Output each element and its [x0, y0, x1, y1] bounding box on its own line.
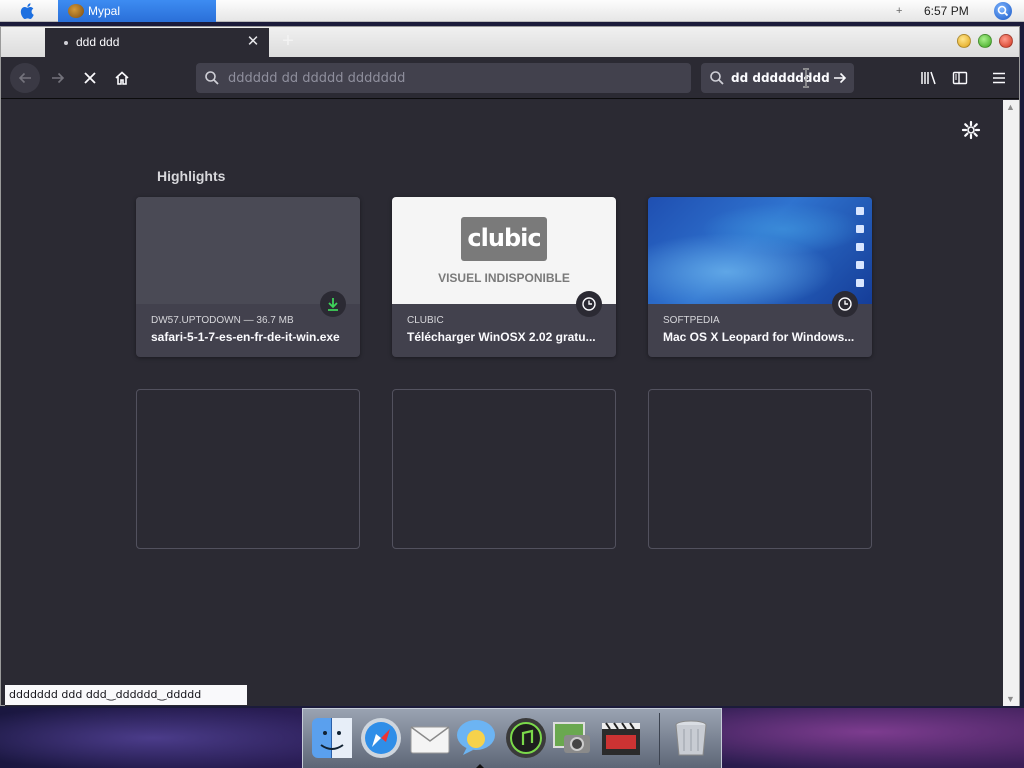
search-go-button[interactable]	[830, 68, 850, 88]
window-minimize-button[interactable]	[957, 34, 971, 48]
library-button[interactable]	[914, 63, 944, 93]
finder-icon[interactable]	[309, 715, 355, 761]
mail-icon[interactable]	[407, 715, 453, 761]
app-name: Mypal	[88, 4, 121, 18]
url-input[interactable]	[228, 63, 683, 93]
text-cursor-icon	[803, 68, 809, 88]
tab-strip: ddd ddd ✕ +	[1, 27, 1019, 57]
clock-icon	[576, 291, 602, 317]
os-menubar: Mypal + 6:57 PM	[0, 0, 1024, 22]
nav-toolbar	[1, 57, 1019, 99]
page-settings-button[interactable]	[961, 120, 981, 140]
stop-x-icon	[84, 72, 96, 84]
safari-icon[interactable]	[358, 715, 404, 761]
card-title: Télécharger WinOSX 2.02 gratu...	[407, 330, 596, 344]
thumbnail-desktop-icons	[856, 207, 866, 297]
sidebar-toggle-button[interactable]	[945, 63, 975, 93]
tab-close-icon[interactable]: ✕	[245, 34, 261, 50]
spotlight-search-icon[interactable]	[994, 2, 1012, 20]
card-source: CLUBIC	[407, 315, 444, 326]
window-close-button[interactable]	[999, 34, 1013, 48]
new-tab-button[interactable]: +	[277, 31, 299, 53]
browser-window: ddd ddd ✕ + dddddd dd ddddd ddddddd dd d…	[0, 26, 1020, 706]
card-title: safari-5-1-7-es-en-fr-de-it-win.exe	[151, 330, 340, 344]
search-input[interactable]	[731, 63, 831, 93]
status-panel: ddddddd ddd ddd‿dddddd‿ddddd	[5, 685, 247, 705]
card-source: SOFTPEDIA	[663, 315, 720, 326]
itunes-icon[interactable]	[503, 715, 549, 761]
thumbnail-unavailable-text: VISUEL INDISPONIBLE	[438, 271, 570, 285]
app-menu-button[interactable]	[984, 63, 1014, 93]
apple-menu-icon[interactable]	[18, 1, 38, 21]
imovie-icon[interactable]	[598, 715, 644, 761]
gear-icon	[961, 120, 981, 140]
card-thumbnail: clubic VISUEL INDISPONIBLE	[392, 197, 616, 304]
new-tab-page: Highlights DW57.UPTODOWN — 36.7 MB safar…	[5, 100, 1003, 706]
empty-highlight-slot	[648, 389, 872, 549]
clock-icon	[832, 291, 858, 317]
forward-arrow-icon	[52, 72, 65, 84]
download-icon	[320, 291, 346, 317]
menubar-plus-icon[interactable]: +	[896, 0, 902, 22]
arrow-right-icon	[834, 72, 847, 84]
mypal-app-icon	[68, 4, 84, 18]
card-thumbnail	[136, 197, 360, 304]
highlight-card[interactable]: DW57.UPTODOWN — 36.7 MB safari-5-1-7-es-…	[136, 197, 360, 357]
library-icon	[921, 71, 936, 85]
back-arrow-icon	[18, 72, 31, 84]
highlight-card[interactable]: clubic VISUEL INDISPONIBLE CLUBIC Téléch…	[392, 197, 616, 357]
home-icon	[115, 71, 129, 85]
search-bar[interactable]	[701, 63, 854, 93]
forward-button[interactable]	[43, 63, 73, 93]
scroll-down-arrow-icon[interactable]: ▼	[1006, 694, 1015, 704]
sidebar-icon	[952, 71, 968, 85]
card-source: DW57.UPTODOWN — 36.7 MB	[151, 315, 294, 326]
menubar-status-area: + 6:57 PM	[894, 0, 1024, 22]
app-menu-mypal[interactable]: Mypal	[58, 0, 216, 22]
stop-loading-button[interactable]	[75, 63, 105, 93]
dock	[302, 708, 722, 768]
card-thumbnail	[648, 197, 872, 304]
ichat-icon[interactable]	[453, 715, 499, 761]
clubic-logo: clubic	[461, 217, 547, 261]
tab-active[interactable]: ddd ddd ✕	[45, 28, 269, 57]
hamburger-menu-icon	[993, 72, 1005, 84]
search-icon	[205, 71, 219, 85]
tab-loading-dot-icon	[64, 41, 68, 45]
home-button[interactable]	[107, 63, 137, 93]
search-icon	[710, 71, 724, 85]
window-zoom-button[interactable]	[978, 34, 992, 48]
menubar-clock[interactable]: 6:57 PM	[924, 0, 969, 22]
highlights-heading: Highlights	[157, 168, 226, 184]
url-bar[interactable]	[196, 63, 691, 93]
card-title: Mac OS X Leopard for Windows...	[663, 330, 855, 344]
back-button[interactable]	[10, 63, 40, 93]
iphoto-icon[interactable]	[550, 715, 596, 761]
running-indicator	[476, 764, 484, 768]
scroll-up-arrow-icon[interactable]: ▲	[1006, 102, 1015, 112]
vertical-scrollbar[interactable]: ▲ ▼	[1003, 100, 1019, 706]
highlight-card[interactable]: SOFTPEDIA Mac OS X Leopard for Windows..…	[648, 197, 872, 357]
trash-icon[interactable]	[668, 715, 714, 761]
dock-divider	[659, 713, 660, 765]
empty-highlight-slot	[392, 389, 616, 549]
empty-highlight-slot	[136, 389, 360, 549]
tab-title: ddd ddd	[76, 35, 120, 49]
